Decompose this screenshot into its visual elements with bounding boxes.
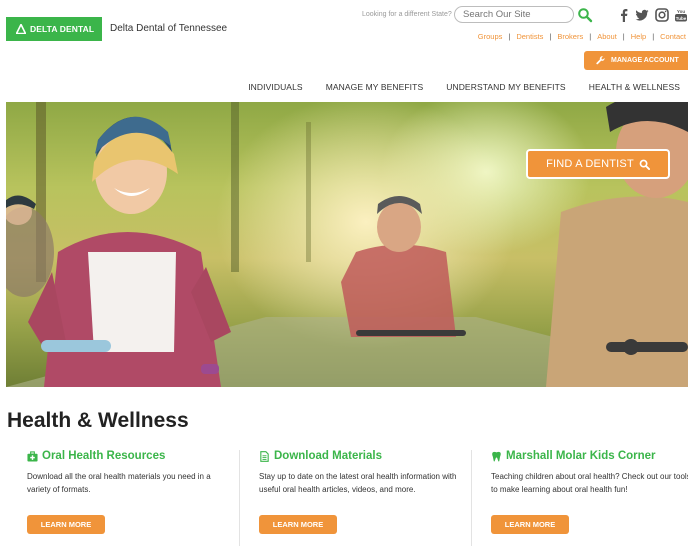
main-nav: INDIVIDUALS MANAGE MY BENEFITS UNDERSTAN… (225, 82, 680, 92)
resource-column-oral-health: Oral Health Resources Download all the o… (27, 450, 232, 534)
manage-account-button[interactable]: MANAGE ACCOUNT (584, 51, 688, 70)
search-icon (639, 159, 650, 170)
download-materials-heading: Download Materials (274, 450, 382, 462)
util-link-groups[interactable]: Groups (478, 32, 503, 41)
state-question-text[interactable]: Looking for a different State? (362, 11, 452, 18)
instagram-icon[interactable] (655, 8, 669, 22)
family-cycling-photo (6, 102, 688, 387)
nav-individuals[interactable]: INDIVIDUALS (248, 82, 302, 92)
tooth-icon (492, 451, 501, 461)
util-link-contact[interactable]: Contact (660, 32, 686, 41)
search-input[interactable] (454, 6, 574, 23)
wrench-icon (596, 56, 605, 65)
facebook-icon[interactable] (617, 8, 631, 22)
marshall-molar-kids-corner-heading: Marshall Molar Kids Corner (506, 450, 656, 462)
resource-column-download: Download Materials Stay up to date on th… (259, 450, 464, 534)
learn-more-button[interactable]: LEARN MORE (27, 515, 105, 534)
util-link-help[interactable]: Help (631, 32, 646, 41)
column-divider (471, 450, 472, 546)
util-link-dentists[interactable]: Dentists (516, 32, 543, 41)
find-a-dentist-label: FIND A DENTIST (546, 158, 634, 170)
utility-nav: Groups | Dentists | Brokers | About | Help | … (477, 32, 686, 41)
oral-health-resources-desc: Download all the oral health materials y… (27, 472, 211, 494)
medkit-icon (27, 450, 38, 462)
learn-more-button[interactable]: LEARN MORE (491, 515, 569, 534)
manage-account-label: MANAGE ACCOUNT (611, 57, 679, 64)
marshall-molar-kids-corner-desc: Teaching children about oral health? Che… (491, 472, 688, 494)
nav-health-wellness[interactable]: HEALTH & WELLNESS (589, 82, 680, 92)
util-link-about[interactable]: About (597, 32, 617, 41)
youtube-icon[interactable]: You Tube (674, 8, 688, 22)
oral-health-resources-link[interactable]: Oral Health Resources (27, 450, 232, 462)
oral-health-resources-heading: Oral Health Resources (42, 450, 166, 462)
svg-text:You: You (677, 9, 685, 14)
column-divider (239, 450, 240, 546)
delta-dental-logo[interactable]: DELTA DENTAL (6, 17, 102, 41)
section-title: Health & Wellness (7, 409, 189, 432)
find-a-dentist-button[interactable]: FIND A DENTIST (526, 149, 670, 179)
learn-more-button[interactable]: LEARN MORE (259, 515, 337, 534)
brand-subtitle: Delta Dental of Tennessee (110, 23, 228, 34)
hero-image: FIND A DENTIST (6, 102, 688, 387)
svg-text:Tube: Tube (676, 16, 687, 21)
document-icon (260, 450, 269, 462)
nav-manage-my-benefits[interactable]: MANAGE MY BENEFITS (326, 82, 424, 92)
delta-triangle-icon (16, 24, 26, 34)
nav-understand-my-benefits[interactable]: UNDERSTAND MY BENEFITS (446, 82, 565, 92)
twitter-icon[interactable] (635, 8, 649, 22)
resource-column-kids-corner: Marshall Molar Kids Corner Teaching chil… (491, 450, 688, 534)
download-materials-desc: Stay up to date on the latest oral healt… (259, 472, 457, 494)
marshall-molar-kids-corner-link[interactable]: Marshall Molar Kids Corner (491, 450, 688, 462)
util-link-brokers[interactable]: Brokers (557, 32, 583, 41)
logo-text: DELTA DENTAL (30, 24, 95, 34)
download-materials-link[interactable]: Download Materials (259, 450, 464, 462)
search-icon[interactable] (577, 7, 593, 23)
